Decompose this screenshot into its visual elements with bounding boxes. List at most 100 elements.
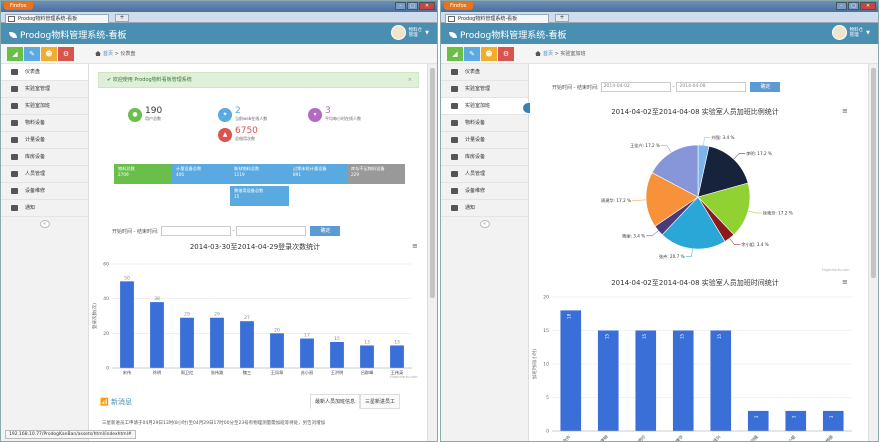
chart-shortcut-button[interactable]: ◢ [447, 47, 463, 61]
left-scrollbar[interactable] [427, 64, 437, 441]
chart-menu-icon[interactable]: ≡ [842, 107, 848, 115]
edit-shortcut-button[interactable]: ✎ [464, 47, 480, 61]
scroll-thumb[interactable] [430, 68, 435, 298]
query-button[interactable]: 确定 [750, 82, 781, 92]
app-header: Prodog物料管理系统-看板 物料仓 管理 ▼ [441, 23, 878, 44]
data-label: 13 [394, 339, 400, 345]
sidebar-item-lab[interactable]: 实验室管理 [1, 81, 88, 98]
firefox-menu-button[interactable]: Firefox [4, 2, 33, 10]
tab-overtime-news[interactable]: 最新人员加班信息 [310, 394, 361, 409]
x-tick-label: 张伟路 [211, 369, 224, 376]
chart-shortcut-button[interactable]: ◢ [7, 47, 23, 61]
collapse-sidebar-icon[interactable]: « [39, 220, 50, 228]
avatar [390, 25, 406, 40]
query-button[interactable]: 确定 [310, 226, 341, 236]
right-scrollbar[interactable] [868, 64, 878, 441]
sidebar-item-lab[interactable]: 实验室管理 [441, 81, 528, 98]
stat-borrows: ▲ 6750 总借用次数 [218, 127, 258, 142]
sidebar-item-personnel[interactable]: 人员管理 [1, 166, 88, 183]
sidebar-item-metering[interactable]: 计量设备 [1, 132, 88, 149]
end-date-input[interactable]: 2014-04-08 [676, 82, 747, 92]
sidebar-item-warehouse[interactable]: 库房设备 [441, 149, 528, 166]
tile-borrow-needed[interactable]: 需借用设备总数 15 [230, 186, 289, 206]
browser-tab[interactable]: Prodog物料管理系统-看板 [445, 14, 549, 23]
chart-menu-icon[interactable]: ≡ [842, 278, 848, 286]
maximize-button[interactable]: □ [407, 2, 418, 10]
user-menu[interactable]: 物料仓 管理 ▼ [831, 25, 870, 40]
bar [822, 410, 844, 431]
data-label: 20 [274, 327, 280, 333]
bar [120, 281, 134, 368]
alert-close-icon[interactable]: × [408, 73, 412, 87]
sidebar-item-label: 计量设备 [25, 137, 46, 143]
sidebar-item-repair[interactable]: 设备维修 [1, 183, 88, 200]
bar [270, 333, 284, 368]
tile-consumables[interactable]: 耗材物料总数 1119 [230, 164, 289, 184]
collapse-sidebar-icon[interactable]: « [479, 220, 490, 228]
favicon-icon [448, 16, 455, 22]
tile-low-stock[interactable]: 库存不足物料设备 229 [347, 164, 405, 184]
sidebar-item-label: 实验室管理 [465, 86, 491, 92]
brand[interactable]: Prodog物料管理系统-看板 [9, 28, 126, 41]
user-menu[interactable]: 物料仓 管理 ▼ [390, 25, 429, 40]
tile-overdue[interactable]: 过期未检计量设备 891 [289, 164, 347, 184]
data-label: 17 [304, 333, 310, 339]
sidebar-item-personnel[interactable]: 人员管理 [441, 166, 528, 183]
close-button[interactable]: ✕ [860, 2, 876, 10]
sidebar-item-label: 物料设备 [25, 120, 46, 126]
settings-shortcut-button[interactable]: ⚙ [498, 47, 514, 61]
scroll-thumb[interactable] [871, 68, 876, 278]
brand[interactable]: Prodog物料管理系统-看板 [449, 28, 566, 41]
edit-shortcut-button[interactable]: ✎ [24, 47, 40, 61]
tab-strip: Prodog物料管理系统-看板 + [441, 12, 878, 23]
firefox-menu-button[interactable]: Firefox [444, 2, 473, 10]
data-label: 13 [364, 339, 370, 345]
pie-connector [729, 238, 741, 245]
pie-label: 王佳兴: 17.2 % [630, 142, 660, 149]
tile-materials[interactable]: 物料总数 2709 [114, 164, 172, 184]
browser-tab[interactable]: Prodog物料管理系统-看板 [5, 14, 109, 23]
sidebar-item-dashboard[interactable]: 仪表盘 [441, 64, 528, 81]
settings-shortcut-button[interactable]: ⚙ [58, 47, 74, 61]
new-tab-button[interactable]: + [115, 14, 129, 22]
x-tick-label: 周建华 [671, 433, 685, 441]
tag-icon [451, 188, 458, 194]
sidebar-item-overtime[interactable]: 实验室加班 [441, 98, 528, 115]
breadcrumb-home[interactable]: 首页 [103, 51, 113, 57]
chat-icon: ● [128, 107, 142, 122]
minimize-button[interactable]: – [836, 2, 847, 10]
maximize-button[interactable]: □ [848, 2, 859, 10]
news-item[interactable]: 三星新进员工申请于04月29日13时(8小时)至04月29日17时00分至23号… [102, 420, 412, 426]
x-tick-label: 王洪明 [331, 369, 344, 376]
sidebar-item-overtime[interactable]: 实验室加班 [1, 98, 88, 115]
minimize-button[interactable]: – [395, 2, 406, 10]
tab-new-staff[interactable]: 三星新进员工 [360, 394, 401, 409]
lab-icon [451, 86, 458, 92]
end-date-input[interactable] [236, 226, 307, 236]
tile-metering[interactable]: 计量设备总数 406 [172, 164, 230, 184]
sidebar-item-metering[interactable]: 计量设备 [441, 132, 528, 149]
tile-value: 15 [234, 194, 240, 199]
breadcrumb-home[interactable]: 首页 [543, 51, 553, 57]
breadcrumb: 首页 > 实验室加班 [535, 50, 585, 57]
start-date-input[interactable] [160, 226, 231, 236]
sidebar-item-label: 库房设备 [25, 154, 46, 160]
start-date-input[interactable]: 2014-04-02 [600, 82, 671, 92]
sidebar-item-materials[interactable]: 物料设备 [1, 115, 88, 132]
data-label: 15 [717, 334, 722, 340]
bar [597, 330, 619, 431]
pie-connector [703, 137, 711, 146]
users-shortcut-button[interactable]: ☻ [481, 47, 497, 61]
y-tick-label: 20 [543, 295, 549, 301]
new-tab-button[interactable]: + [555, 14, 569, 22]
close-button[interactable]: ✕ [419, 2, 435, 10]
sidebar-item-materials[interactable]: 物料设备 [441, 115, 528, 132]
users-shortcut-button[interactable]: ☻ [41, 47, 57, 61]
sidebar-item-warehouse[interactable]: 库房设备 [1, 149, 88, 166]
sidebar-item-notice[interactable]: 通知 [441, 200, 528, 217]
sidebar-item-dashboard[interactable]: 仪表盘 [1, 64, 88, 81]
sidebar-item-repair[interactable]: 设备维修 [441, 183, 528, 200]
twitter-icon: ✦ [218, 107, 232, 122]
sidebar-item-notice[interactable]: 通知 [1, 200, 88, 217]
chart-menu-icon[interactable]: ≡ [412, 242, 418, 250]
